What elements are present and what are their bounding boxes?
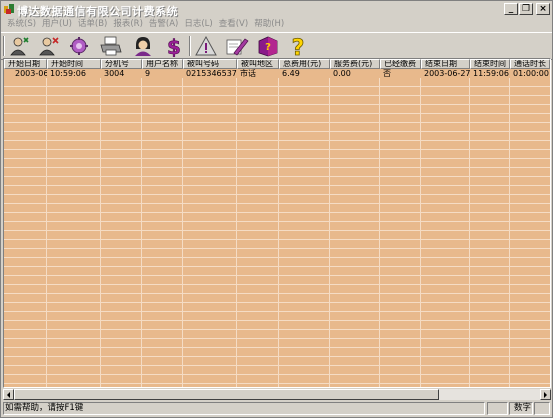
svg-text:?: ? [292, 36, 305, 57]
cell-called-number: 0215346537 [186, 69, 237, 78]
horizontal-scrollbar[interactable] [3, 388, 551, 400]
close-button[interactable]: × [536, 3, 550, 15]
table-row[interactable]: 2003-06-27 10:59:06 3004 9 0215346537 市话… [4, 69, 550, 78]
title-bar[interactable]: 博达数据通信有限公司计费系统 _ ❐ × [1, 1, 552, 18]
scroll-left-button[interactable] [3, 389, 14, 400]
add-user-button[interactable] [6, 34, 34, 58]
svg-text:?: ? [265, 42, 271, 53]
cell-duration: 01:00:00 [513, 69, 549, 78]
app-icon [4, 4, 14, 14]
alarm-warning-icon [195, 35, 217, 56]
menu-report[interactable]: 报表(R) [110, 18, 146, 31]
column-header-end-time[interactable]: 结束时间 [470, 59, 510, 69]
billing-button[interactable]: $ [160, 34, 188, 58]
scrollbar-thumb[interactable] [14, 389, 439, 400]
cell-start-date: 2003-06-27 [15, 69, 47, 78]
column-header-end-date[interactable]: 结束日期 [421, 59, 470, 69]
status-bar: 如需帮助，请按F1键 数字 [1, 400, 552, 417]
app-window: 博达数据通信有限公司计费系统 _ ❐ × 系统(S) 用户(U) 话单(B) 报… [0, 0, 553, 418]
menu-help[interactable]: 帮助(H) [251, 18, 287, 31]
bill-records-table: 开始日期 开始时间 分机号 用户名称 被叫号码 被叫地区 总费用(元) 服务费(… [3, 58, 551, 388]
column-header-extension[interactable]: 分机号 [101, 59, 142, 69]
toolbar-separator [3, 36, 5, 56]
minimize-button[interactable]: _ [504, 3, 518, 15]
status-pane-spare [534, 402, 550, 415]
bill-settings-icon [70, 37, 88, 55]
svg-text:$: $ [167, 35, 181, 57]
cell-user-name: 9 [145, 69, 151, 78]
user-profile-icon [135, 37, 151, 56]
window-controls: _ ❐ × [503, 3, 550, 15]
cell-end-date: 2003-06-27 [424, 69, 470, 78]
table-header: 开始日期 开始时间 分机号 用户名称 被叫号码 被叫地区 总费用(元) 服务费(… [4, 59, 550, 69]
cell-start-time: 10:59:06 [50, 69, 86, 78]
column-header-user-name[interactable]: 用户名称 [142, 59, 183, 69]
bill-settings-button[interactable] [65, 34, 93, 58]
menu-bill[interactable]: 话单(B) [75, 18, 110, 31]
column-header-start-time[interactable]: 开始时间 [47, 59, 101, 69]
scroll-right-button[interactable] [540, 389, 551, 400]
menu-alarm[interactable]: 告警(A) [146, 18, 181, 31]
column-header-paid[interactable]: 已经缴费 [380, 59, 421, 69]
toolbar: $ ? ? [1, 32, 552, 60]
menu-user[interactable]: 用户(U) [39, 18, 75, 31]
restore-button[interactable]: ❐ [519, 3, 533, 15]
user-profile-button[interactable] [129, 34, 157, 58]
help-book-icon: ? [258, 36, 278, 57]
help-button[interactable]: ? [284, 34, 312, 58]
menu-view[interactable]: 查看(V) [216, 18, 251, 31]
column-header-duration[interactable]: 通话时长 [510, 59, 550, 69]
menu-bar: 系统(S) 用户(U) 话单(B) 报表(R) 告警(A) 日志(L) 查看(V… [1, 18, 553, 31]
menu-log[interactable]: 日志(L) [181, 18, 215, 31]
print-icon [100, 36, 122, 56]
column-header-start-date[interactable]: 开始日期 [4, 59, 47, 69]
column-header-service-fee[interactable]: 服务费(元) [330, 59, 380, 69]
edit-pen-icon [226, 38, 249, 56]
column-header-total-fee[interactable]: 总费用(元) [279, 59, 330, 69]
status-num-lock: 数字 [509, 402, 533, 415]
cell-paid: 否 [383, 69, 391, 78]
help-question-icon: ? [291, 36, 305, 57]
cell-extension: 3004 [104, 69, 125, 78]
delete-user-button[interactable] [35, 34, 63, 58]
arrow-left-icon [7, 391, 10, 398]
cell-end-time: 11:59:06 [473, 69, 509, 78]
cell-called-area: 市话 [240, 69, 256, 78]
cell-total-fee: 6.49 [282, 69, 300, 78]
grid-lines [4, 69, 550, 387]
toolbar-separator [189, 36, 191, 56]
status-help-text: 如需帮助，请按F1键 [3, 402, 485, 415]
column-header-called-number[interactable]: 被叫号码 [183, 59, 237, 69]
dollar-icon: $ [167, 35, 182, 57]
delete-user-icon [39, 37, 59, 56]
cell-service-fee: 0.00 [333, 69, 351, 78]
menu-system[interactable]: 系统(S) [4, 18, 39, 31]
help-topics-button[interactable]: ? [254, 34, 282, 58]
print-button[interactable] [97, 34, 125, 58]
status-pane-empty [487, 402, 508, 415]
arrow-right-icon [544, 391, 547, 398]
column-header-called-area[interactable]: 被叫地区 [237, 59, 279, 69]
alarm-button[interactable] [192, 34, 220, 58]
window-title: 博达数据通信有限公司计费系统 [17, 5, 178, 18]
add-user-icon [10, 37, 29, 56]
edit-button[interactable] [223, 34, 251, 58]
